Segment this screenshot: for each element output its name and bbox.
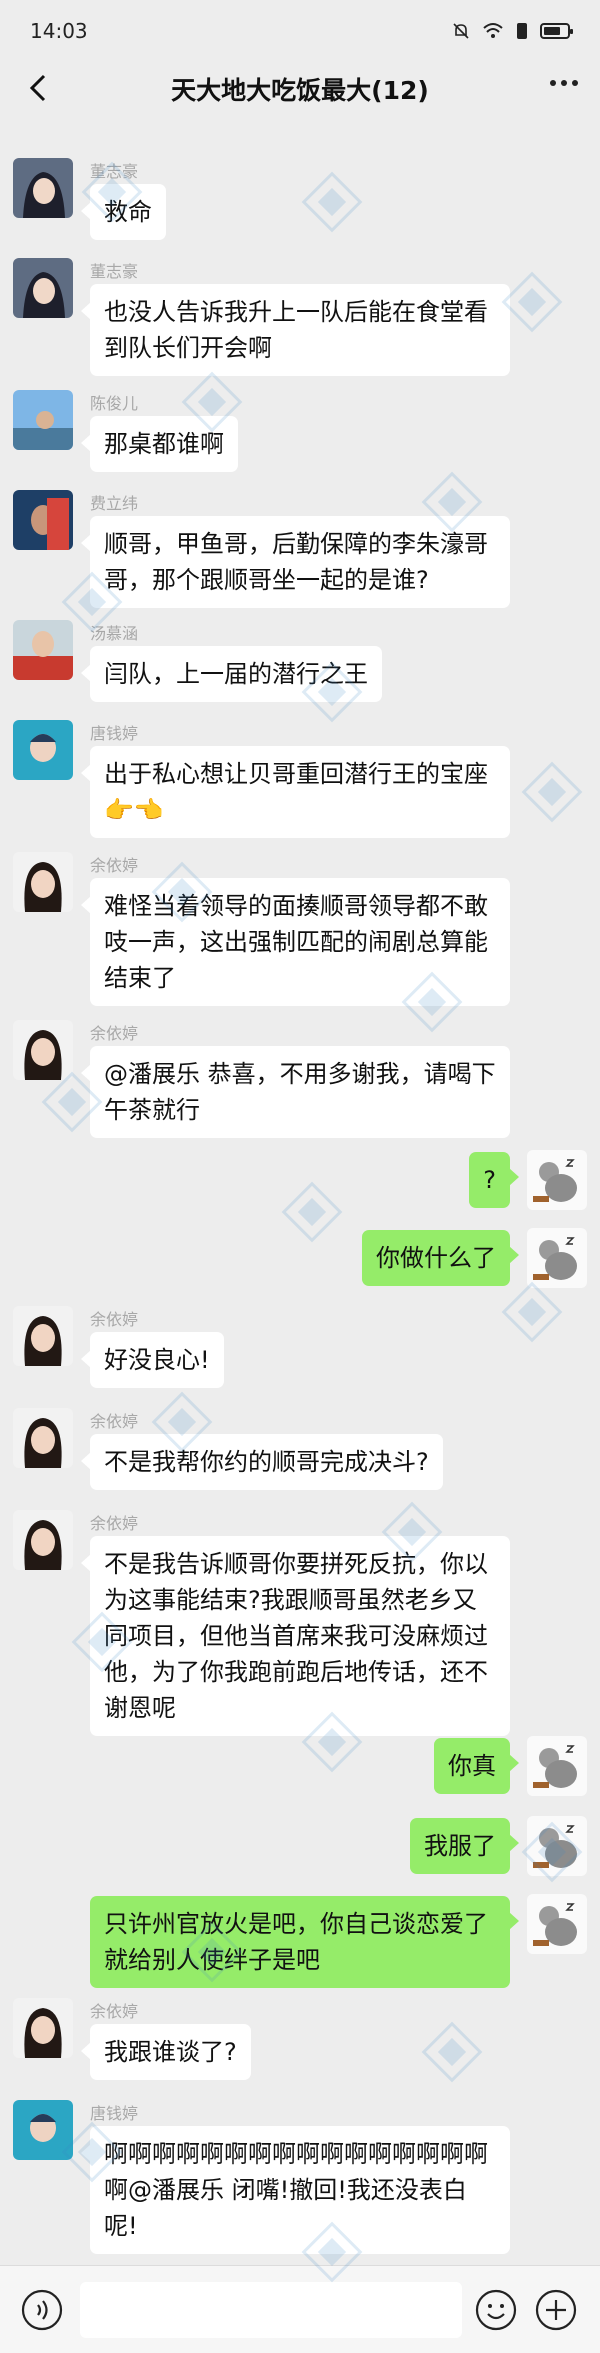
message-bubble[interactable]: 你做什么了 xyxy=(362,1230,519,1286)
message-bubble[interactable]: 救命 xyxy=(81,184,166,240)
status-bar: 14:03 xyxy=(0,0,600,62)
smiling-woman-avatar[interactable] xyxy=(13,1020,73,1080)
message-bubble[interactable]: 闫队，上一届的潜行之王 xyxy=(81,646,382,702)
koala-avatar[interactable] xyxy=(527,1894,587,1954)
sky-photo-avatar[interactable] xyxy=(13,390,73,450)
smiling-woman-avatar[interactable] xyxy=(13,852,73,912)
wifi-icon xyxy=(483,23,503,38)
status-icons xyxy=(452,22,573,40)
message-bubble[interactable]: 啊啊啊啊啊啊啊啊啊啊啊啊啊啊啊啊啊@潘展乐 闭嘴!撤回!我还没表白呢! xyxy=(81,2126,510,2254)
message-bubble[interactable]: @潘展乐 恭喜，不用多谢我，请喝下午茶就行 xyxy=(81,1046,510,1138)
sim-icon xyxy=(517,23,527,39)
sender-name: 汤慕涵 xyxy=(90,624,139,643)
anime-girl-avatar[interactable] xyxy=(13,158,73,218)
smiling-woman-avatar[interactable] xyxy=(13,1998,73,2058)
sender-name: 余依婷 xyxy=(90,1514,139,1533)
message-bubble[interactable]: 出于私心想让贝哥重回潜行王的宝座👉👈 xyxy=(81,746,510,838)
message-bubble[interactable]: ? xyxy=(469,1152,519,1208)
more-icon[interactable] xyxy=(550,80,578,86)
message-bubble[interactable]: 顺哥，甲鱼哥，后勤保障的李朱濠哥哥，那个跟顺哥坐一起的是谁? xyxy=(81,516,510,608)
swimmer-avatar[interactable] xyxy=(13,720,73,780)
chat-header: 天大地大吃饭最大(12) xyxy=(0,62,600,116)
message-bubble[interactable]: 你真 xyxy=(434,1738,519,1794)
message-bubble[interactable]: 我跟谁谈了? xyxy=(81,2024,251,2080)
sender-name: 董志豪 xyxy=(90,162,139,181)
message-bubble[interactable]: 那桌都谁啊 xyxy=(81,416,238,472)
sender-name: 唐钱婷 xyxy=(90,724,139,743)
input-bar xyxy=(0,2265,600,2353)
message-input[interactable] xyxy=(80,2282,462,2338)
message-bubble[interactable]: 难怪当着领导的面揍顺哥领导都不敢吱一声，这出强制匹配的闹剧总算能结束了 xyxy=(81,878,510,1006)
chat-area[interactable]: 董志豪 救命 董志豪 也没人告诉我升上一队后能在食堂看到队长们开会啊 陈俊儿 那… xyxy=(0,140,600,2265)
sender-name: 费立纬 xyxy=(90,494,139,513)
sender-name: 余依婷 xyxy=(90,2002,139,2021)
koala-avatar[interactable] xyxy=(527,1816,587,1876)
sender-name: 余依婷 xyxy=(90,1412,139,1431)
plus-icon[interactable] xyxy=(534,2288,578,2332)
message-bubble[interactable]: 不是我告诉顺哥你要拼死反抗，你以为这事能结束?我跟顺哥虽然老乡又同项目，但他当首… xyxy=(81,1536,510,1736)
sender-name: 陈俊儿 xyxy=(90,394,139,413)
message-bubble[interactable]: 只许州官放火是吧，你自己谈恋爱了就给别人使绊子是吧 xyxy=(90,1896,519,1988)
koala-avatar[interactable] xyxy=(527,1150,587,1210)
smiling-woman-avatar[interactable] xyxy=(13,1306,73,1366)
sender-name: 余依婷 xyxy=(90,1024,139,1043)
sender-name: 唐钱婷 xyxy=(90,2104,139,2123)
message-bubble[interactable]: 不是我帮你约的顺哥完成决斗? xyxy=(81,1434,443,1490)
athlete-avatar[interactable] xyxy=(13,490,73,550)
battery-icon xyxy=(540,23,573,39)
sender-name: 余依婷 xyxy=(90,856,139,875)
chat-title: 天大地大吃饭最大(12) xyxy=(171,76,429,105)
message-bubble[interactable]: 我服了 xyxy=(410,1818,519,1874)
message-bubble[interactable]: 好没良心! xyxy=(81,1332,224,1388)
sender-name: 董志豪 xyxy=(90,262,139,281)
back-arrow-icon[interactable] xyxy=(22,70,58,106)
anime-girl-avatar[interactable] xyxy=(13,258,73,318)
message-bubble[interactable]: 也没人告诉我升上一队后能在食堂看到队长们开会啊 xyxy=(81,284,510,376)
mute-bell-icon xyxy=(453,23,469,39)
status-time: 14:03 xyxy=(30,19,88,43)
voice-icon[interactable] xyxy=(20,2288,64,2332)
smiling-woman-avatar[interactable] xyxy=(13,1408,73,1468)
koala-avatar[interactable] xyxy=(527,1228,587,1288)
swimmer-avatar[interactable] xyxy=(13,2100,73,2160)
smiling-woman-avatar[interactable] xyxy=(13,1510,73,1570)
medal-athlete-avatar[interactable] xyxy=(13,620,73,680)
emoji-icon[interactable] xyxy=(474,2288,518,2332)
sender-name: 余依婷 xyxy=(90,1310,139,1329)
koala-avatar[interactable] xyxy=(527,1736,587,1796)
